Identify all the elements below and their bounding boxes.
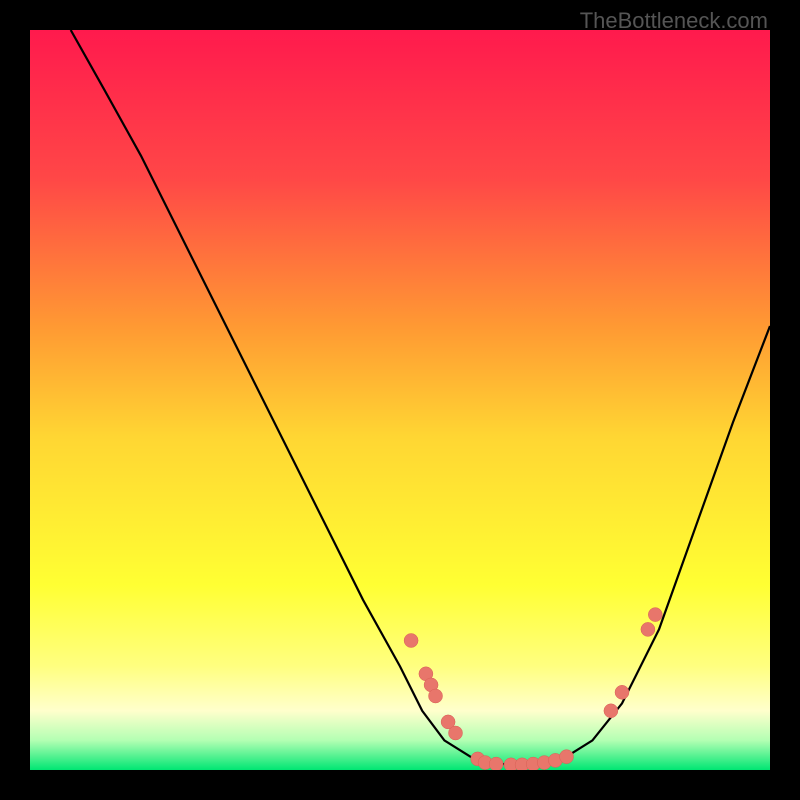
data-point [404, 634, 418, 648]
chart-background [30, 30, 770, 770]
data-point [560, 750, 574, 764]
data-point [648, 608, 662, 622]
data-point [489, 757, 503, 770]
data-point [604, 704, 618, 718]
chart-svg [30, 30, 770, 770]
watermark-text: TheBottleneck.com [580, 8, 768, 34]
data-point [615, 685, 629, 699]
data-point [641, 622, 655, 636]
data-point [449, 726, 463, 740]
data-point [429, 689, 443, 703]
chart-plot-area [30, 30, 770, 770]
